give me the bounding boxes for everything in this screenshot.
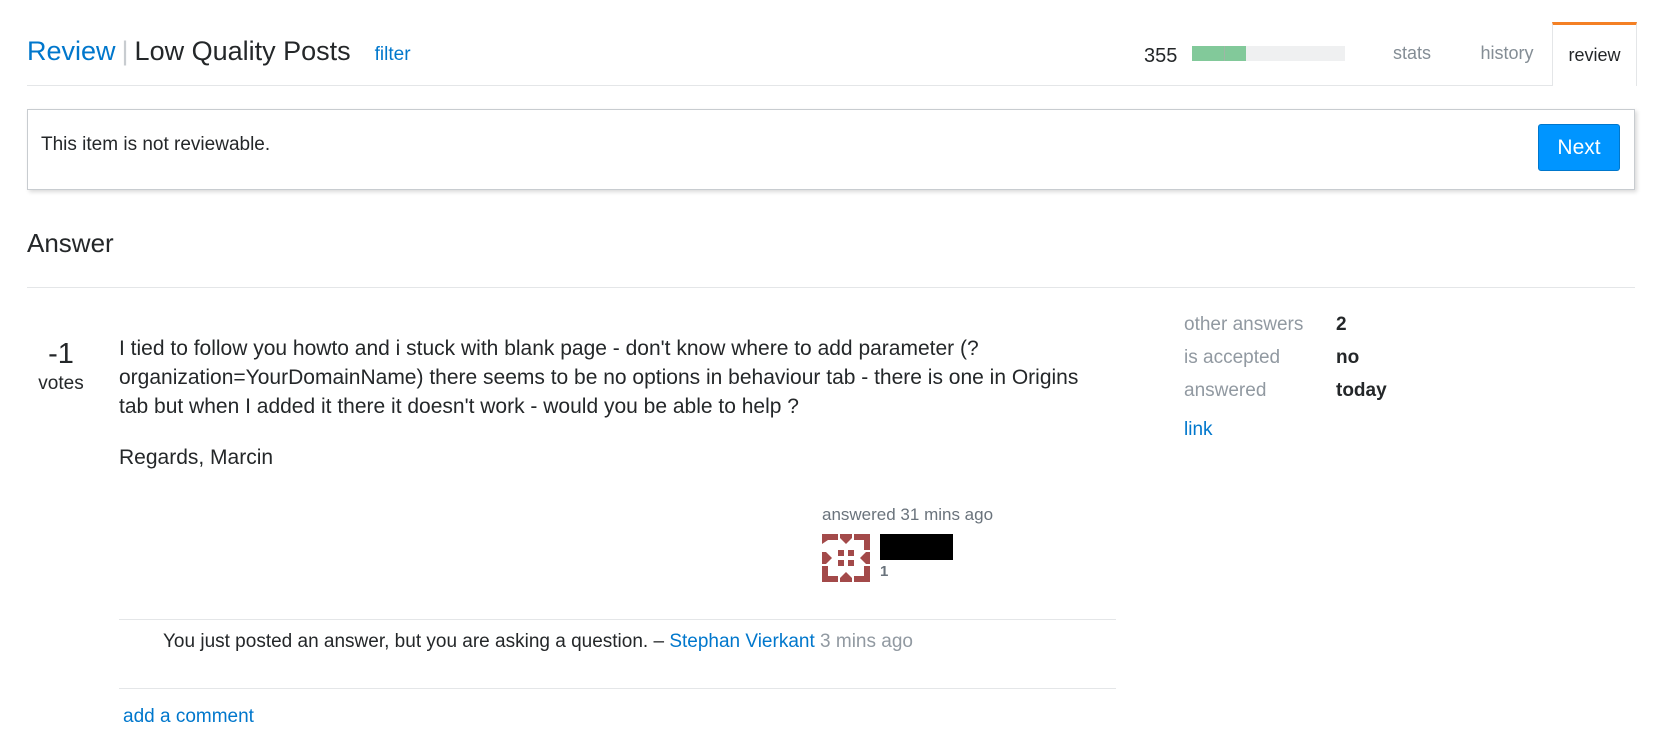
comment-time[interactable]: 3 mins ago xyxy=(820,631,913,652)
stat-label: is accepted xyxy=(1184,346,1281,368)
vote-count: -1 xyxy=(48,338,74,370)
review-count: 355 xyxy=(1144,45,1178,67)
identicon-avatar-icon[interactable] xyxy=(822,534,870,582)
comment-text: You just posted an answer, but you are a… xyxy=(163,631,670,652)
user-reputation: 1 xyxy=(880,563,889,580)
page-title: Review | Low Quality Posts filter xyxy=(27,36,411,67)
post-paragraph: Regards, Marcin xyxy=(119,446,274,469)
section-title: Answer xyxy=(27,228,114,258)
stat-value: no xyxy=(1336,346,1360,368)
answered-time[interactable]: answered 31 mins ago xyxy=(822,505,993,525)
add-comment-link[interactable]: add a comment xyxy=(123,706,254,728)
notice-message: This item is not reviewable. xyxy=(41,134,271,155)
stat-label: answered xyxy=(1184,379,1267,401)
stat-label: other answers xyxy=(1184,313,1304,335)
filter-link[interactable]: filter xyxy=(375,44,411,66)
post-stats-sidebar: other answers 2 is accepted no answered … xyxy=(1184,308,1387,441)
stat-is-accepted: is accepted no xyxy=(1184,341,1387,374)
comment: You just posted an answer, but you are a… xyxy=(163,631,913,653)
stat-value: 2 xyxy=(1336,313,1347,335)
comments-divider-bottom xyxy=(119,688,1116,689)
tab-review[interactable]: review xyxy=(1552,22,1637,86)
section-divider xyxy=(27,287,1635,288)
post-link[interactable]: link xyxy=(1184,419,1213,441)
tab-stats[interactable]: stats xyxy=(1377,22,1447,85)
stat-answered: answered today xyxy=(1184,374,1387,407)
comments-divider-top xyxy=(119,619,1116,620)
review-header: Review | Low Quality Posts filter 355 st… xyxy=(27,22,1637,86)
vote-cell: -1 votes xyxy=(27,338,95,395)
review-notice: This item is not reviewable. Next xyxy=(27,109,1635,190)
redacted-username xyxy=(880,534,953,560)
stat-value: today xyxy=(1336,379,1387,401)
progress-fill xyxy=(1192,46,1246,61)
vote-label: votes xyxy=(38,373,84,394)
comment-user-link[interactable]: Stephan Vierkant xyxy=(669,631,814,652)
tab-history[interactable]: history xyxy=(1462,22,1552,85)
stat-other-answers: other answers 2 xyxy=(1184,308,1387,341)
post-body: I tied to follow you howto and i stuck w… xyxy=(119,334,1079,494)
user-signature: answered 31 mins ago 1 xyxy=(822,505,993,582)
review-progress-bar xyxy=(1192,46,1345,61)
review-link[interactable]: Review xyxy=(27,36,116,67)
next-button[interactable]: Next xyxy=(1538,124,1620,171)
post-paragraph: I tied to follow you howto and i stuck w… xyxy=(119,337,1079,418)
title-separator: | xyxy=(121,36,129,66)
queue-title: Low Quality Posts xyxy=(134,36,351,66)
progress-marker xyxy=(1224,46,1226,61)
